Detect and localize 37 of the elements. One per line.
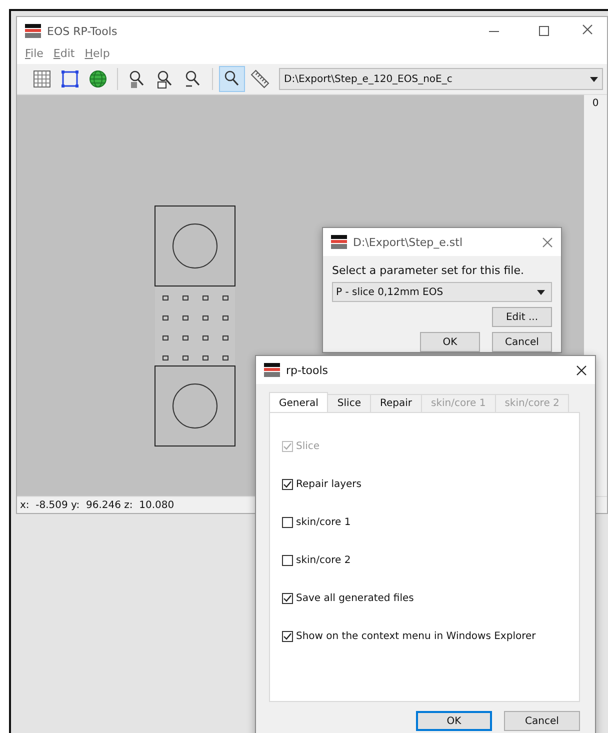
checkbox-label: Save all generated files bbox=[296, 593, 414, 604]
toolbar-button[interactable] bbox=[219, 66, 245, 92]
parameter-set-dropdown[interactable]: P - slice 0,12mm EOS bbox=[332, 282, 552, 302]
bounding-box-icon bbox=[60, 69, 80, 89]
ok-button[interactable]: OK bbox=[416, 711, 492, 731]
app-icon bbox=[331, 235, 347, 249]
ruler-label: 0 bbox=[592, 98, 599, 109]
menu-item[interactable]: Help bbox=[84, 47, 110, 60]
app-icon bbox=[25, 24, 41, 38]
checkbox[interactable] bbox=[282, 631, 293, 642]
edit-button[interactable]: Edit ... bbox=[492, 307, 552, 327]
grid-icon bbox=[32, 69, 52, 89]
app-icon bbox=[264, 363, 280, 377]
checkbox[interactable] bbox=[282, 593, 293, 604]
checkbox[interactable] bbox=[282, 479, 293, 490]
close-icon[interactable] bbox=[576, 364, 587, 376]
cancel-button[interactable]: Cancel bbox=[492, 332, 552, 352]
checkbox[interactable] bbox=[282, 517, 293, 528]
window-title: EOS RP-Tools bbox=[47, 24, 118, 38]
checkbox-label: Show on the context menu in Windows Explorer bbox=[296, 631, 536, 642]
ok-button[interactable]: OK bbox=[420, 332, 480, 352]
dialog-title: D:\Export\Step_e.stl bbox=[353, 236, 464, 248]
checkbox-label: Repair layers bbox=[296, 479, 362, 490]
cancel-button[interactable]: Cancel bbox=[504, 711, 580, 731]
maximize-icon[interactable] bbox=[539, 26, 549, 36]
close-icon[interactable] bbox=[582, 24, 593, 35]
tab[interactable]: General bbox=[269, 392, 328, 412]
globe-icon bbox=[88, 69, 108, 89]
checkbox-label: skin/core 2 bbox=[296, 555, 351, 566]
menu-item[interactable]: Edit bbox=[53, 47, 75, 60]
checkbox-label: skin/core 1 bbox=[296, 517, 351, 528]
path-dropdown[interactable]: D:\Export\Step_e_120_EOS_noE_c bbox=[279, 68, 603, 90]
checkbox-label: Slice bbox=[296, 441, 320, 452]
dialog-title: rp-tools bbox=[286, 364, 330, 376]
checkbox[interactable] bbox=[282, 555, 293, 566]
prompt-text: Select a parameter set for this file. bbox=[332, 264, 525, 277]
menu-item[interactable]: File bbox=[25, 47, 44, 60]
